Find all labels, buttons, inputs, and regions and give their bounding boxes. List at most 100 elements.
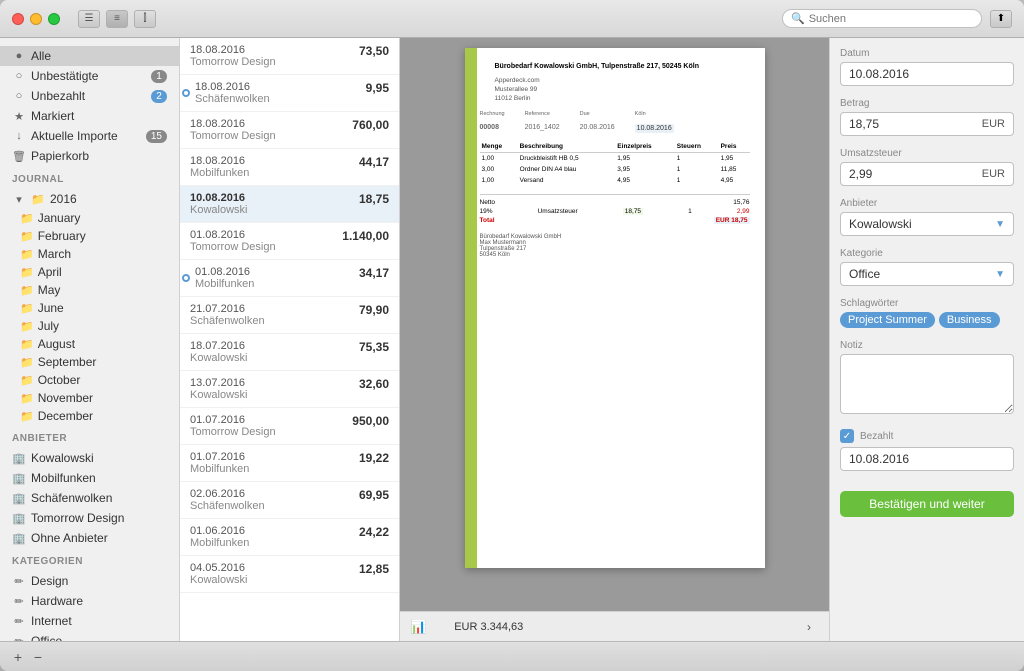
sidebar-item-markiert[interactable]: ★ Markiert bbox=[0, 106, 179, 126]
transaction-amount: 18,75 bbox=[359, 192, 389, 206]
sidebar-item-hardware[interactable]: ✏ Hardware bbox=[0, 591, 179, 611]
transaction-item[interactable]: 21.07.2016 Schäfenwolken 79,90 bbox=[180, 297, 399, 334]
maximize-button[interactable] bbox=[48, 13, 60, 25]
minimize-button[interactable] bbox=[30, 13, 42, 25]
bezahlt-field-group: ✓ Bezahlt 10.08.2016 bbox=[840, 429, 1014, 471]
search-icon: 🔍 bbox=[791, 12, 805, 25]
ust-count: 1 bbox=[688, 208, 692, 215]
sidebar-item-schaefenwolken[interactable]: 🏢 Schäfenwolken bbox=[0, 488, 179, 508]
umsatzsteuer-field-group: Umsatzsteuer 2,99 EUR bbox=[840, 148, 1014, 186]
transaction-item[interactable]: 13.07.2016 Kowalowski 32,60 bbox=[180, 371, 399, 408]
sidebar-item-march[interactable]: 📁 March bbox=[0, 245, 179, 263]
transaction-item[interactable]: 01.06.2016 Mobilfunken 24,22 bbox=[180, 519, 399, 556]
transaction-amount: 79,90 bbox=[359, 303, 389, 317]
sidebar-item-october[interactable]: 📁 October bbox=[0, 371, 179, 389]
anbieter-section-label: ANBIETER bbox=[0, 425, 179, 448]
transaction-item[interactable]: 18.07.2016 Kowalowski 75,35 bbox=[180, 334, 399, 371]
anbieter-schaefenwolken-icon: 🏢 bbox=[12, 492, 26, 505]
cell-steuern: 1 bbox=[675, 175, 719, 186]
transaction-item[interactable]: 01.07.2016 Mobilfunken 19,22 bbox=[180, 445, 399, 482]
transaction-item[interactable]: 04.05.2016 Kowalowski 12,85 bbox=[180, 556, 399, 593]
sidebar-item-aktuelle-importe[interactable]: ↓ Aktuelle Importe 15 bbox=[0, 126, 179, 146]
cell-menge: 1,00 bbox=[480, 175, 518, 186]
columns-view-icon[interactable]: ⫿ bbox=[134, 10, 156, 28]
tag-business[interactable]: Business bbox=[939, 312, 1000, 328]
rechnung-label: Rechnung bbox=[480, 111, 505, 117]
bezahlt-row: ✓ Bezahlt bbox=[840, 429, 1014, 443]
cat-design-icon: ✏ bbox=[12, 575, 26, 588]
cat-hardware-label: Hardware bbox=[31, 594, 83, 608]
betrag-label: Betrag bbox=[840, 98, 1014, 109]
sidebar-item-august[interactable]: 📁 August bbox=[0, 335, 179, 353]
tags-container: Project Summer Business bbox=[840, 312, 1014, 328]
remove-button[interactable]: − bbox=[30, 649, 46, 665]
sidebar-item-2016[interactable]: ▾ 📁 2016 bbox=[0, 189, 179, 209]
cell-einzelpreis: 1,95 bbox=[615, 153, 675, 165]
tag-project-summer[interactable]: Project Summer bbox=[840, 312, 935, 328]
sidebar-item-design[interactable]: ✏ Design bbox=[0, 571, 179, 591]
bezahlt-date[interactable]: 10.08.2016 bbox=[840, 447, 1014, 471]
transaction-item[interactable]: 18.08.2016 Tomorrow Design 760,00 bbox=[180, 112, 399, 149]
sidebar-item-alle[interactable]: ● Alle bbox=[0, 46, 179, 66]
transaction-item[interactable]: 18.08.2016 Schäfenwolken 9,95 bbox=[180, 75, 399, 112]
bezahlt-checkbox[interactable]: ✓ bbox=[840, 429, 854, 443]
kategorie-select[interactable]: Office ▼ bbox=[840, 262, 1014, 286]
sidebar-item-internet[interactable]: ✏ Internet bbox=[0, 611, 179, 631]
datum-label: Datum bbox=[840, 48, 1014, 59]
umsatzsteuer-value[interactable]: 2,99 EUR bbox=[840, 162, 1014, 186]
sidebar-item-ohne-anbieter[interactable]: 🏢 Ohne Anbieter bbox=[0, 528, 179, 548]
transaction-item[interactable]: 01.08.2016 Tomorrow Design 1.140,00 bbox=[180, 223, 399, 260]
year-2016-label: 2016 bbox=[50, 192, 77, 206]
folder-jan-icon: 📁 bbox=[20, 212, 34, 225]
sidebar-item-february[interactable]: 📁 February bbox=[0, 227, 179, 245]
unbezahlt-label: Unbezahlt bbox=[31, 89, 85, 103]
datum-text: 10.08.2016 bbox=[849, 67, 909, 81]
list-view-icon[interactable]: ≡ bbox=[106, 10, 128, 28]
location-date: 10.08.2016 bbox=[635, 124, 674, 133]
anbieter-mobilfunken-label: Mobilfunken bbox=[31, 471, 96, 485]
notiz-textarea[interactable] bbox=[840, 354, 1014, 414]
share-button[interactable]: ⬆ bbox=[990, 10, 1012, 28]
transaction-list-total: EUR 3.344,63 bbox=[454, 621, 523, 633]
transaction-item[interactable]: 02.06.2016 Schäfenwolken 69,95 bbox=[180, 482, 399, 519]
search-bar[interactable]: 🔍 bbox=[782, 9, 982, 28]
sidebar-item-december[interactable]: 📁 December bbox=[0, 407, 179, 425]
transaction-item[interactable]: 18.08.2016 Mobilfunken 44,17 bbox=[180, 149, 399, 186]
transaction-item[interactable]: 01.08.2016 Mobilfunken 34,17 bbox=[180, 260, 399, 297]
doc-footer: Bürobedarf Kowalowski GmbH Max Musterman… bbox=[480, 234, 750, 258]
sidebar-item-unbezahlt[interactable]: ○ Unbezahlt 2 bbox=[0, 86, 179, 106]
transaction-item[interactable]: 10.08.2016 Kowalowski 18,75 bbox=[180, 186, 399, 223]
doc-recipient-address: Musterallee 9911012 Berlin bbox=[495, 85, 750, 103]
folder-sep-icon: 📁 bbox=[20, 356, 34, 369]
papierkorb-icon: 🗑 bbox=[12, 150, 26, 163]
sidebar-item-office[interactable]: ✏ Office bbox=[0, 631, 179, 641]
sidebar-item-kowalowski[interactable]: 🏢 Kowalowski bbox=[0, 448, 179, 468]
kategorie-field-group: Kategorie Office ▼ bbox=[840, 248, 1014, 286]
netto-label: Netto bbox=[480, 199, 496, 206]
betrag-value[interactable]: 18,75 EUR bbox=[840, 112, 1014, 136]
doc-items-table: Menge Beschreibung Einzelpreis Steuern P… bbox=[480, 141, 750, 186]
sidebar-item-september[interactable]: 📁 September bbox=[0, 353, 179, 371]
confirm-button[interactable]: Bestätigen und weiter bbox=[840, 491, 1014, 517]
doc-navigate-right[interactable]: › bbox=[799, 617, 819, 637]
sidebar-item-tomorrow-design[interactable]: 🏢 Tomorrow Design bbox=[0, 508, 179, 528]
sidebar-item-july[interactable]: 📁 July bbox=[0, 317, 179, 335]
sidebar-item-january[interactable]: 📁 January bbox=[0, 209, 179, 227]
anbieter-select[interactable]: Kowalowski ▼ bbox=[840, 212, 1014, 236]
location-label-small: Köln bbox=[635, 111, 674, 117]
datum-value[interactable]: 10.08.2016 bbox=[840, 62, 1014, 86]
add-button[interactable]: + bbox=[10, 649, 26, 665]
sidebar-item-mobilfunken[interactable]: 🏢 Mobilfunken bbox=[0, 468, 179, 488]
transaction-item[interactable]: 18.08.2016 Tomorrow Design 73,50 bbox=[180, 38, 399, 75]
sidebar-item-papierkorb[interactable]: 🗑 Papierkorb bbox=[0, 146, 179, 166]
sidebar-item-april[interactable]: 📁 April bbox=[0, 263, 179, 281]
sidebar-item-november[interactable]: 📁 November bbox=[0, 389, 179, 407]
sidebar-item-may[interactable]: 📁 May bbox=[0, 281, 179, 299]
cell-einzelpreis: 3,95 bbox=[615, 164, 675, 175]
transaction-item[interactable]: 01.07.2016 Tomorrow Design 950,00 bbox=[180, 408, 399, 445]
sidebar-item-unbestaetigt[interactable]: ○ Unbestätigte 1 bbox=[0, 66, 179, 86]
sidebar-toggle-icon[interactable]: ☰ bbox=[78, 10, 100, 28]
sidebar-item-june[interactable]: 📁 June bbox=[0, 299, 179, 317]
close-button[interactable] bbox=[12, 13, 24, 25]
search-input[interactable] bbox=[809, 13, 973, 25]
